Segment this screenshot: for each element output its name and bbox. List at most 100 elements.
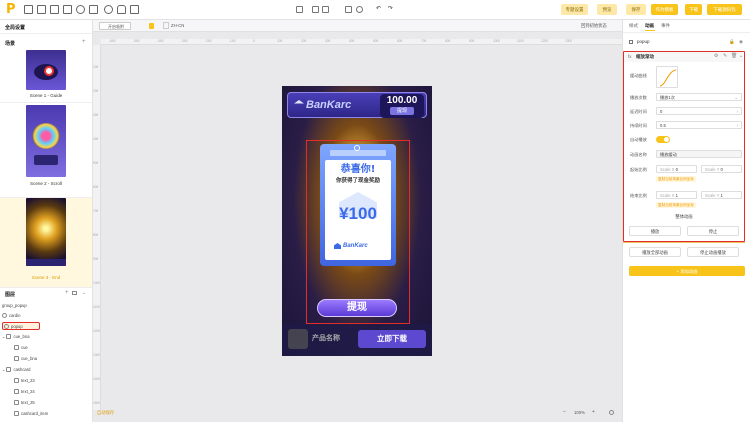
shape-icon[interactable]	[76, 5, 85, 14]
layer-row-text-24[interactable]: text_24	[14, 388, 35, 396]
start-scale-x-input[interactable]: Scale X 0	[656, 165, 697, 173]
end-scale-y-input[interactable]: Scale Y 1	[701, 191, 742, 199]
layer-icon[interactable]	[345, 6, 352, 13]
orientation-icon[interactable]	[163, 22, 169, 29]
scene-thumbnail	[26, 50, 66, 90]
layer-row-cue[interactable]: cue	[14, 344, 28, 352]
ruler-tick-label: -500	[133, 39, 140, 43]
duration-label: 持续时间	[630, 123, 647, 128]
gear-icon[interactable]: ⚙	[714, 53, 718, 59]
play-count-label: 播放次数	[630, 95, 647, 100]
reset-state-button[interactable]: 回到初始状态	[581, 22, 607, 30]
play-count-select[interactable]: 播放1次 ⌄	[656, 93, 742, 101]
sticker-icon[interactable]	[89, 5, 98, 14]
stop-all-button[interactable]: 停止动画播放	[687, 247, 739, 257]
text-icon[interactable]	[37, 5, 46, 14]
redo-icon[interactable]: ↷	[388, 6, 395, 13]
layer-row-text-25[interactable]: text_25	[14, 399, 35, 407]
ad-preview[interactable]: BanKarc 100.00 提现 恭喜你! 你获得了现金奖励 ¥100 Ban…	[282, 86, 432, 356]
visibility-icon[interactable]: ◉	[739, 39, 743, 45]
copy-end-scale-link[interactable]: 复制当前场景比例坐标	[656, 202, 696, 208]
start-scale-label: 起始比例	[630, 167, 647, 172]
zoom-in-button[interactable]: +	[592, 409, 595, 415]
chevron-down-icon[interactable]: ⌄	[739, 53, 743, 59]
stop-button[interactable]: 停止	[687, 226, 739, 236]
document-icon[interactable]	[130, 5, 139, 14]
tab-animation[interactable]: 动画	[645, 23, 654, 29]
text-icon	[14, 389, 19, 394]
add-animation-button[interactable]: + 添加动画	[629, 266, 745, 276]
layer-row-cue-bna[interactable]: ⌄ cue_bna	[2, 333, 30, 341]
zoom-out-button[interactable]: –	[563, 409, 566, 415]
ruler-tick-label: 1300	[565, 39, 573, 43]
ruler-tick-label: 100	[93, 65, 99, 69]
ruler-tick-label: 0	[253, 39, 255, 43]
end-scale-x-input[interactable]: Scale X 1	[656, 191, 697, 199]
layer-row-cue-bna-child[interactable]: cue_bna	[14, 355, 37, 363]
folder-open-icon[interactable]	[322, 6, 329, 13]
help-icon[interactable]	[609, 410, 614, 415]
layer-row-cardin[interactable]: cardin	[2, 312, 20, 320]
balance-withdraw-button[interactable]: 提现	[390, 107, 414, 115]
scene-item-scroll[interactable]: Scene 2 - Scroll	[0, 102, 92, 197]
tab-events[interactable]: 事件	[661, 23, 670, 29]
delay-input[interactable]: 0 ›	[656, 107, 742, 115]
save-button[interactable]: 保存	[626, 4, 646, 15]
animation-name-input[interactable]: 播放缓动	[656, 150, 742, 158]
ease-curve-editor[interactable]	[656, 66, 678, 88]
play-button[interactable]: 播放	[629, 226, 681, 236]
start-x-value: 0	[675, 167, 678, 172]
group-animation-label[interactable]: 整体动画	[623, 214, 745, 220]
duration-value: 0.5	[660, 123, 666, 128]
start-scale-y-input[interactable]: Scale Y 0	[701, 165, 742, 173]
video-icon[interactable]	[50, 5, 59, 14]
topic-settings-button[interactable]: 专题设置	[561, 4, 588, 15]
tab-style[interactable]: 样式	[629, 23, 638, 29]
layer-label: text_25	[21, 400, 35, 405]
stepper-icon: ›	[736, 123, 738, 128]
download-source-button[interactable]: 下载源码包	[707, 4, 742, 15]
rotate-handle[interactable]	[354, 145, 360, 151]
layer-row-cashcard[interactable]: ⌄ cashcard	[2, 366, 30, 374]
preview-icon[interactable]	[356, 6, 363, 13]
language-select[interactable]: ZH-CN	[171, 22, 184, 30]
folder-icon[interactable]	[72, 291, 77, 295]
layer-label: group_popup	[2, 303, 27, 308]
ruler-tick-label: 200	[93, 89, 99, 93]
add-scene-icon[interactable]: +	[82, 39, 86, 45]
download-button[interactable]: 下载	[685, 4, 702, 15]
layer-row-popup[interactable]: popup	[2, 322, 40, 330]
chevron-down-icon[interactable]: ⌄	[82, 290, 86, 296]
preview-button[interactable]: 预览	[597, 4, 617, 15]
device-icon[interactable]	[149, 23, 154, 29]
ruler-tick-label: 900	[469, 39, 475, 43]
duration-input[interactable]: 0.5 ›	[656, 121, 742, 129]
undo-icon[interactable]: ↶	[376, 6, 383, 13]
play-all-button[interactable]: 播放全部动画	[629, 247, 681, 257]
scene-item-end[interactable]: Scene 3 - End	[0, 197, 92, 287]
layer-row-group-popup[interactable]: group_popup	[2, 302, 27, 310]
layer-row-cashcard-item[interactable]: cashcard_item	[14, 410, 48, 418]
copy-start-scale-link[interactable]: 复制当前场景比例坐标	[656, 176, 696, 182]
snap-toggle[interactable]: 开启吸附	[99, 22, 131, 30]
grid-icon[interactable]	[63, 5, 72, 14]
edit-icon[interactable]: ✎	[723, 53, 727, 59]
save-template-button[interactable]: 作为模板	[651, 4, 678, 15]
add-layer-icon[interactable]: +	[65, 290, 69, 296]
global-settings-title[interactable]: 全局设置	[5, 24, 25, 31]
align-icon[interactable]	[296, 6, 303, 13]
download-cta-button[interactable]: 立即下载	[358, 330, 426, 348]
end-x-value: 1	[675, 193, 678, 198]
folder-icon[interactable]	[312, 6, 319, 13]
ruler-tick-label: -300	[181, 39, 188, 43]
delete-icon[interactable]: 🗑	[731, 53, 737, 59]
ad-header: BanKarc 100.00 提现	[287, 92, 427, 118]
lock-icon[interactable]: 🔒	[729, 39, 735, 45]
image-icon[interactable]	[24, 5, 33, 14]
hand-icon[interactable]	[117, 5, 126, 14]
image-icon	[14, 356, 19, 361]
layer-row-text-23[interactable]: text_23	[14, 377, 35, 385]
effect-icon[interactable]	[104, 5, 113, 14]
zoom-level[interactable]: 100%	[574, 410, 585, 415]
autoplay-toggle[interactable]	[656, 136, 670, 143]
